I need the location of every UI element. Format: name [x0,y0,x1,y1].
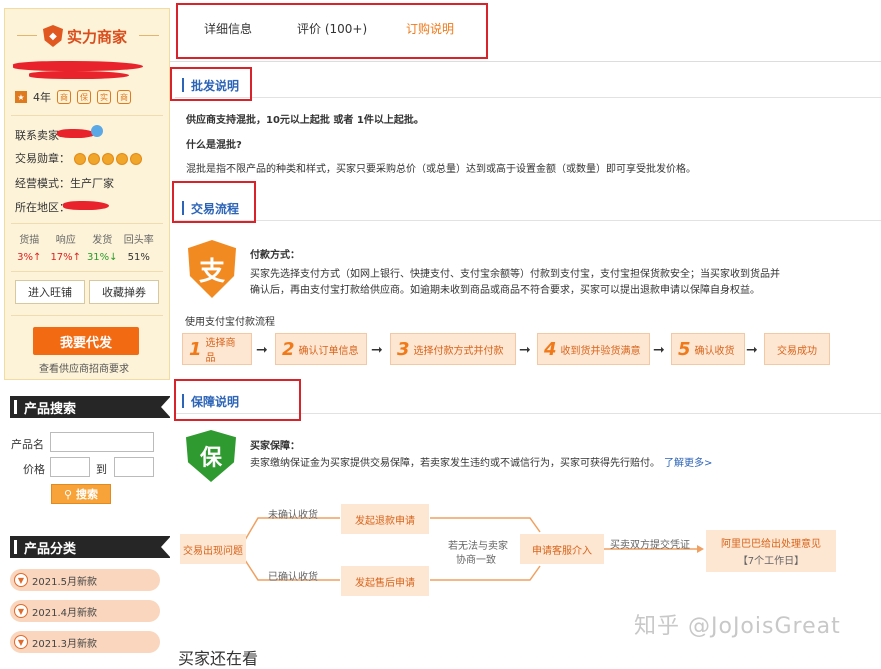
flow-result-title: 阿里巴巴给出处理意见 [721,539,821,550]
also-viewed-heading: 买家还在看 [178,649,259,668]
flow-label: 协商一致 [456,555,496,566]
flow-node: 申请客服介入 [520,534,604,564]
watermark: 知乎 @JoJoisGreat [634,614,841,639]
flow-node: 发起退款申请 [341,504,429,534]
flow-label: 若无法与卖家 [448,541,508,552]
flow-node: 交易出现问题 [180,534,246,564]
flow-label: 已确认收货 [268,572,318,583]
flow-node: 发起售后申请 [341,566,429,596]
flow-result-duration: 【7个工作日】 [737,556,805,567]
flow-label: 未确认收货 [268,510,318,521]
flow-node: 阿里巴巴给出处理意见 【7个工作日】 [706,530,836,572]
flow-label: 买卖双方提交凭证 [610,540,690,551]
